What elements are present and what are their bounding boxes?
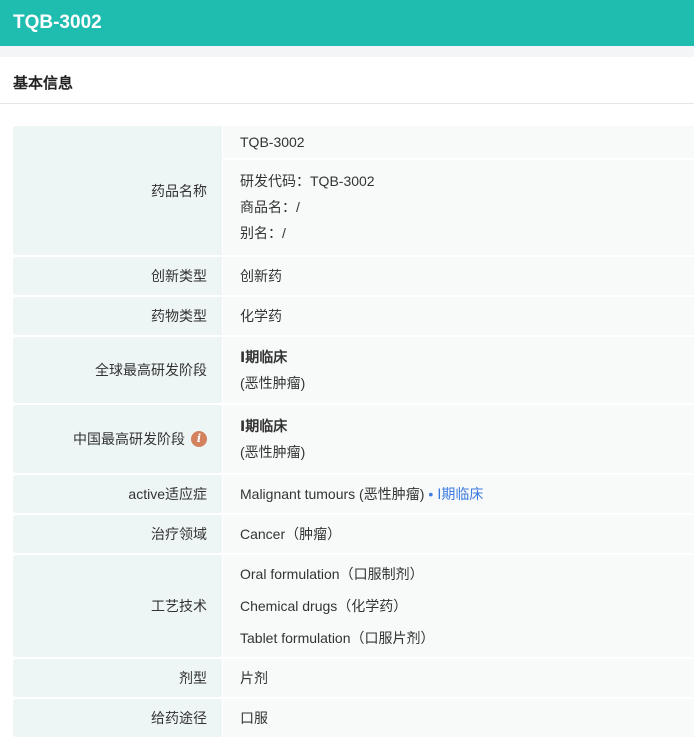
row-label: 给药途径 xyxy=(13,699,222,737)
row-value: 化学药 xyxy=(223,297,694,335)
row-label: 治疗领域 xyxy=(13,515,222,553)
row-value: 口服 xyxy=(223,699,694,737)
info-table: 药品名称 TQB-3002 研发代码：TQB-3002 商品名：/ 别名：/ 创… xyxy=(13,126,694,739)
drug-code: 研发代码：TQB-3002 xyxy=(240,173,375,189)
page-title: TQB-3002 xyxy=(13,12,102,33)
trade-name: 商品名：/ xyxy=(240,199,300,215)
spacer xyxy=(0,46,694,57)
table-row: 药物类型 化学药 xyxy=(13,297,694,335)
row-value: 创新药 xyxy=(223,257,694,295)
row-label: 药物类型 xyxy=(13,297,222,335)
info-icon[interactable]: i xyxy=(191,431,207,447)
indication: Malignant tumours (恶性肿瘤) xyxy=(240,486,425,502)
table-row: 工艺技术 Oral formulation（口服制剂） Chemical dru… xyxy=(13,555,694,657)
row-label: 剂型 xyxy=(13,659,222,697)
table-row: 给药途径 口服 xyxy=(13,699,694,737)
table-row: active适应症 Malignant tumours (恶性肿瘤) • Ⅰ期临床 xyxy=(13,475,694,513)
indication-stage-link[interactable]: Ⅰ期临床 xyxy=(437,486,483,502)
tech-item: Tablet formulation（口服片剂） xyxy=(240,630,435,646)
tech-item: Oral formulation（口服制剂） xyxy=(240,566,424,582)
section-title: 基本信息 xyxy=(0,57,694,104)
row-label: active适应症 xyxy=(13,475,222,513)
tech-item: Chemical drugs（化学药） xyxy=(240,598,408,614)
row-label: 药品名称 xyxy=(13,126,222,255)
table-row: 创新类型 创新药 xyxy=(13,257,694,295)
drug-name: TQB-3002 xyxy=(223,126,694,160)
page-header: TQB-3002 xyxy=(0,0,694,46)
stage-note: (恶性肿瘤) xyxy=(240,444,306,460)
alias: 别名：/ xyxy=(240,225,286,241)
table-row: 全球最高研发阶段 Ⅰ期临床 (恶性肿瘤) xyxy=(13,337,694,403)
row-value: 片剂 xyxy=(223,659,694,697)
table-row: 剂型 片剂 xyxy=(13,659,694,697)
stage-note: (恶性肿瘤) xyxy=(240,375,306,391)
row-label-wrap: 中国最高研发阶段 i xyxy=(13,405,222,473)
table-row: 治疗领域 Cancer（肿瘤） xyxy=(13,515,694,553)
table-row: 中国最高研发阶段 i Ⅰ期临床 (恶性肿瘤) xyxy=(13,405,694,473)
bullet-icon: • xyxy=(428,486,434,502)
row-label: 中国最高研发阶段 xyxy=(73,431,185,447)
row-value: Cancer（肿瘤） xyxy=(223,515,694,553)
row-label: 全球最高研发阶段 xyxy=(13,337,222,403)
row-label: 创新类型 xyxy=(13,257,222,295)
row-label: 工艺技术 xyxy=(13,555,222,657)
table-row: 药品名称 TQB-3002 研发代码：TQB-3002 商品名：/ 别名：/ xyxy=(13,126,694,255)
stage: Ⅰ期临床 xyxy=(240,418,288,434)
stage: Ⅰ期临床 xyxy=(240,349,288,365)
